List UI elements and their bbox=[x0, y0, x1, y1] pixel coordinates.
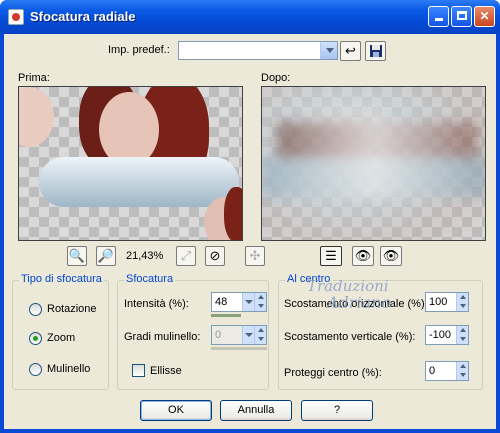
move-cross-icon: ✣ bbox=[249, 248, 261, 263]
oriz-value: 100 bbox=[429, 296, 448, 308]
zoom-level: 21,43% bbox=[126, 250, 164, 262]
fit-window-icon: ⤢ bbox=[180, 248, 192, 263]
vert-value: -100 bbox=[429, 329, 452, 341]
eye-lock-icon: 👁 bbox=[354, 248, 372, 263]
ok-button[interactable]: OK bbox=[140, 400, 212, 421]
title-bar[interactable]: Sfocatura radiale ✕ bbox=[0, 0, 500, 34]
hair-shape bbox=[224, 187, 242, 240]
close-icon: ✕ bbox=[479, 9, 490, 23]
zoom-out-button[interactable]: 🔎 bbox=[96, 246, 116, 266]
spin-up-icon[interactable] bbox=[456, 293, 468, 302]
preview-toggle-button[interactable]: ☰ bbox=[320, 246, 342, 266]
intensita-label: Intensità (%): bbox=[124, 298, 189, 310]
maximize-icon bbox=[456, 11, 467, 20]
before-preview[interactable] bbox=[18, 86, 243, 241]
blur-type-title: Tipo di sfocatura bbox=[19, 273, 104, 285]
magnifier-reset-icon: ⊘ bbox=[209, 248, 221, 263]
spin-down-icon[interactable] bbox=[254, 302, 266, 311]
proteggi-spinner[interactable]: 0 bbox=[425, 361, 469, 381]
dress-shape bbox=[39, 157, 239, 207]
save-disk-icon bbox=[369, 45, 382, 57]
magnifier-plus-icon: 🔎 bbox=[97, 248, 115, 263]
eye-icon: 👁 bbox=[382, 248, 400, 263]
radio-mulinello[interactable] bbox=[29, 363, 42, 376]
radio-zoom[interactable] bbox=[29, 332, 42, 345]
blur-settings-title: Sfocatura bbox=[124, 273, 176, 285]
proteggi-value: 0 bbox=[429, 365, 436, 377]
close-button[interactable]: ✕ bbox=[474, 6, 495, 27]
chevron-down-icon[interactable] bbox=[320, 42, 337, 59]
minimize-button[interactable] bbox=[428, 6, 449, 27]
dialog-client: Imp. predef.: ↩ Prima: Dopo: 🔍 🔎 21,43% … bbox=[4, 34, 496, 429]
spin-up-icon[interactable] bbox=[254, 326, 266, 335]
vert-spinner[interactable]: -100 bbox=[425, 325, 469, 345]
gradi-label: Gradi mulinello: bbox=[124, 331, 201, 343]
pan-button[interactable]: ✣ bbox=[245, 246, 265, 266]
chevron-down-icon[interactable] bbox=[242, 293, 254, 311]
spin-down-icon[interactable] bbox=[456, 302, 468, 311]
save-preset-button[interactable] bbox=[365, 41, 386, 61]
fit-view-button[interactable]: ⤢ bbox=[176, 246, 196, 266]
spin-down-icon[interactable] bbox=[254, 335, 266, 344]
dialog-window: Sfocatura radiale ✕ Imp. predef.: ↩ Prim… bbox=[0, 0, 500, 433]
after-label: Dopo: bbox=[261, 72, 291, 84]
radio-rotazione[interactable] bbox=[29, 303, 42, 316]
before-label: Prima: bbox=[18, 72, 50, 84]
window-title: Sfocatura radiale bbox=[30, 9, 136, 24]
radio-rotazione-label[interactable]: Rotazione bbox=[47, 303, 97, 315]
app-icon bbox=[8, 9, 24, 25]
spin-up-icon[interactable] bbox=[254, 293, 266, 302]
help-button[interactable]: ? bbox=[301, 400, 373, 421]
ellisse-label[interactable]: Ellisse bbox=[150, 365, 182, 377]
ellisse-checkbox[interactable] bbox=[132, 364, 145, 377]
gradi-slider[interactable] bbox=[211, 347, 267, 350]
blur-streak bbox=[262, 157, 485, 197]
preset-label: Imp. predef.: bbox=[108, 44, 170, 56]
watermark-line2: Adriano bbox=[327, 293, 392, 312]
zoom-reset-button[interactable]: ⊘ bbox=[205, 246, 225, 266]
intensita-slider[interactable] bbox=[211, 314, 241, 317]
oriz-spinner[interactable]: 100 bbox=[425, 292, 469, 312]
undo-arrow-icon: ↩ bbox=[345, 43, 356, 58]
blur-streak bbox=[277, 122, 477, 162]
proteggi-label: Proteggi centro (%): bbox=[284, 367, 382, 379]
face-shape bbox=[99, 92, 159, 167]
after-preview[interactable] bbox=[261, 86, 486, 241]
spin-down-icon[interactable] bbox=[456, 335, 468, 344]
face-shape bbox=[19, 87, 54, 147]
preset-combo[interactable] bbox=[178, 41, 338, 60]
zoom-in-button[interactable]: 🔍 bbox=[67, 246, 87, 266]
preview-image-button[interactable]: 👁 bbox=[380, 246, 402, 266]
gradi-value: 0 bbox=[215, 329, 222, 341]
spin-down-icon[interactable] bbox=[456, 371, 468, 380]
cancel-button[interactable]: Annulla bbox=[220, 400, 292, 421]
maximize-button[interactable] bbox=[451, 6, 472, 27]
spin-up-icon[interactable] bbox=[456, 362, 468, 371]
center-offset-group: Al centro Scostamento orizzontale (%): 1… bbox=[278, 273, 483, 390]
intensita-spinner[interactable]: 48 bbox=[211, 292, 267, 312]
vert-label: Scostamento verticale (%): bbox=[284, 331, 416, 343]
blur-settings-group: Sfocatura Intensità (%): 48 Gradi muline… bbox=[117, 273, 269, 390]
intensita-value: 48 bbox=[215, 296, 228, 308]
radio-mulinello-label[interactable]: Mulinello bbox=[47, 363, 90, 375]
magnifier-icon: 🔍 bbox=[68, 248, 86, 263]
auto-preview-button[interactable]: 👁 bbox=[352, 246, 374, 266]
blur-type-group: Tipo di sfocatura Rotazione Zoom Mulinel… bbox=[12, 273, 109, 390]
list-view-icon: ☰ bbox=[325, 248, 337, 263]
minimize-icon bbox=[434, 18, 443, 21]
radio-zoom-label[interactable]: Zoom bbox=[47, 332, 75, 344]
gradi-spinner[interactable]: 0 bbox=[211, 325, 267, 345]
chevron-down-icon[interactable] bbox=[242, 326, 254, 344]
spin-up-icon[interactable] bbox=[456, 326, 468, 335]
reset-preset-button[interactable]: ↩ bbox=[340, 41, 361, 61]
